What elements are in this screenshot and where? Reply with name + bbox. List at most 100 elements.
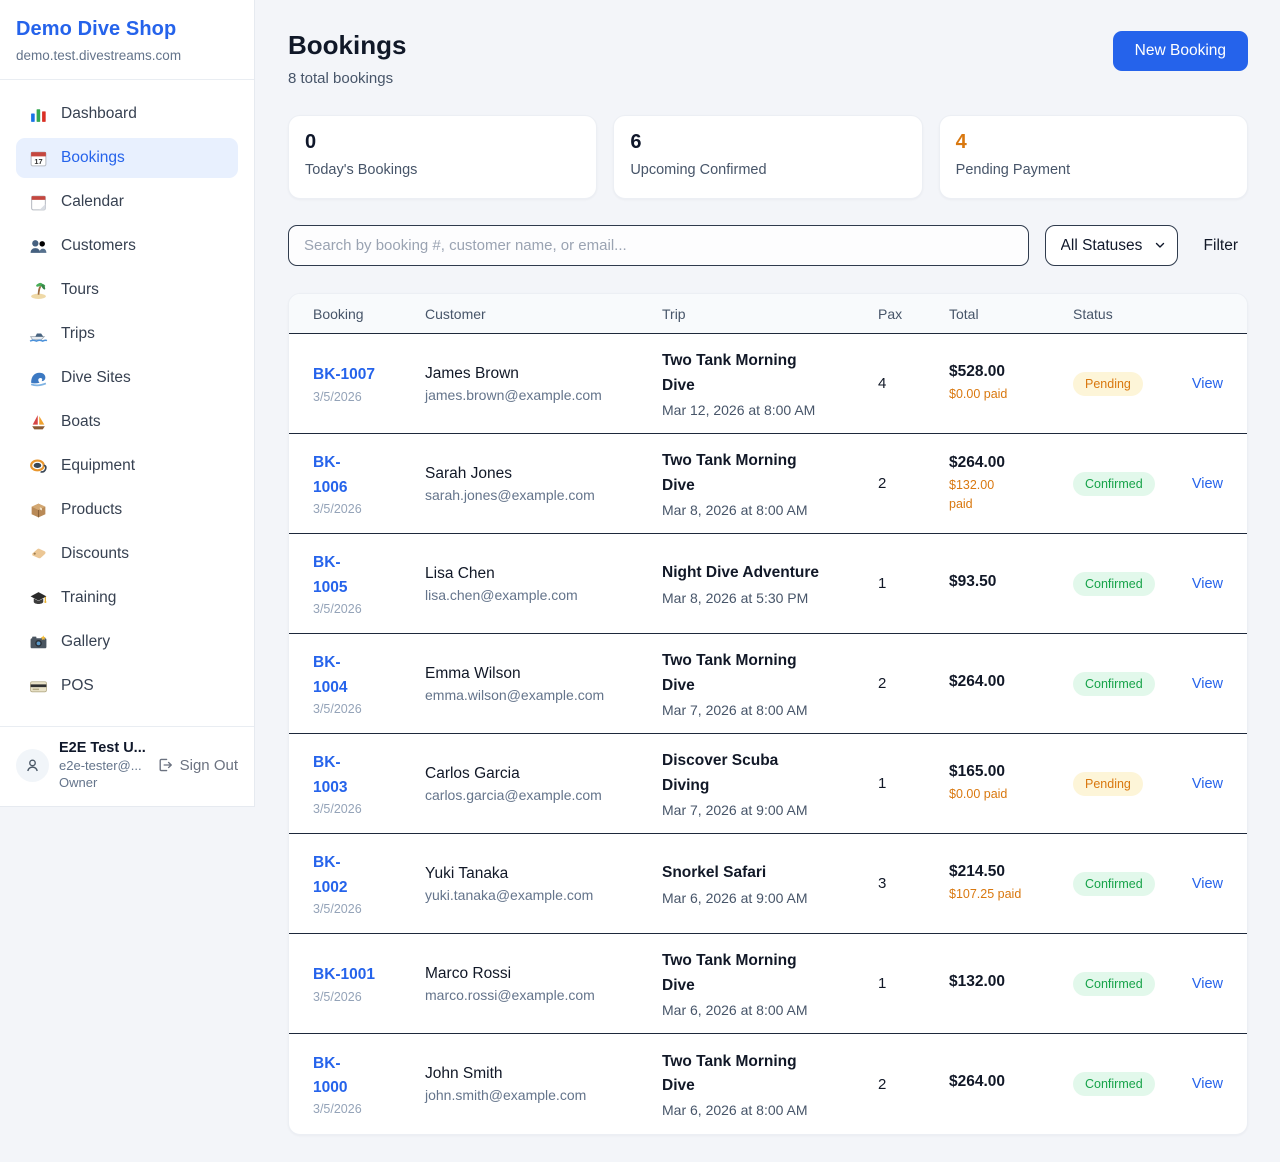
booking-id-link[interactable]: BK- 1003 xyxy=(313,751,425,799)
sidebar-item-label: Products xyxy=(61,501,122,519)
booking-id-link[interactable]: BK- 1004 xyxy=(313,651,425,699)
trip-cell: Two Tank Morning Dive Mar 6, 2026 at 8:0… xyxy=(662,949,878,1017)
trip-name-line: Discover Scuba xyxy=(662,749,878,773)
sidebar-item-products[interactable]: Products xyxy=(16,490,238,530)
actions-cell: View xyxy=(1173,975,1223,993)
sidebar-item-tours[interactable]: Tours xyxy=(16,270,238,310)
booking-date: 3/5/2026 xyxy=(313,502,425,516)
pax-cell: 2 xyxy=(878,1076,949,1093)
sidebar-item-discounts[interactable]: Discounts xyxy=(16,534,238,574)
sidebar-item-dive-sites[interactable]: Dive Sites xyxy=(16,358,238,398)
view-link[interactable]: View xyxy=(1192,476,1223,492)
user-name: E2E Test U... xyxy=(59,740,147,756)
status-cell: Confirmed xyxy=(1073,472,1173,496)
view-link[interactable]: View xyxy=(1192,876,1223,892)
amount-paid-line: $132.00 xyxy=(949,476,1073,495)
filter-button[interactable]: Filter xyxy=(1194,237,1248,255)
stat-value: 0 xyxy=(305,131,580,154)
pax-cell: 1 xyxy=(878,575,949,592)
booking-id-line: BK-1001 xyxy=(313,963,425,987)
new-booking-button[interactable]: New Booking xyxy=(1113,31,1248,71)
column-header-booking: Booking xyxy=(313,306,425,322)
view-link[interactable]: View xyxy=(1192,576,1223,592)
sidebar-item-boats[interactable]: Boats xyxy=(16,402,238,442)
view-link[interactable]: View xyxy=(1192,676,1223,692)
trip-name-line: Two Tank Morning xyxy=(662,1050,878,1074)
status-cell: Confirmed xyxy=(1073,572,1173,596)
booking-id-line: BK- xyxy=(313,751,425,775)
page-header: Bookings 8 total bookings New Booking xyxy=(288,30,1248,87)
trip-cell: Discover Scuba Diving Mar 7, 2026 at 9:0… xyxy=(662,749,878,817)
pax-cell: 3 xyxy=(878,875,949,892)
total-cell: $93.50 xyxy=(949,573,1073,595)
view-link[interactable]: View xyxy=(1192,776,1223,792)
sidebar-item-equipment[interactable]: Equipment xyxy=(16,446,238,486)
booking-id-link[interactable]: BK- 1000 xyxy=(313,1052,425,1100)
column-header-trip: Trip xyxy=(662,306,878,322)
status-badge: Confirmed xyxy=(1073,572,1155,596)
package-icon xyxy=(29,501,48,520)
pax-cell: 1 xyxy=(878,775,949,792)
sign-out-icon xyxy=(157,757,173,773)
booking-id-line: BK- xyxy=(313,1052,425,1076)
sidebar-item-customers[interactable]: Customers xyxy=(16,226,238,266)
booking-id-link[interactable]: BK- 1006 xyxy=(313,451,425,499)
total-amount: $165.00 xyxy=(949,763,1073,781)
user-email: e2e-tester@... xyxy=(59,758,147,773)
booking-id-link[interactable]: BK- 1005 xyxy=(313,551,425,599)
booking-cell: BK- 1003 3/5/2026 xyxy=(313,751,425,815)
booking-id-link[interactable]: BK-1007 xyxy=(313,363,425,387)
customer-email: lisa.chen@example.com xyxy=(425,587,662,603)
status-badge: Pending xyxy=(1073,772,1143,796)
booking-id-link[interactable]: BK- 1002 xyxy=(313,851,425,899)
status-filter-select[interactable]: All Statuses xyxy=(1045,225,1178,266)
view-link[interactable]: View xyxy=(1192,976,1223,992)
table-row: BK- 1004 3/5/2026 Emma Wilson emma.wilso… xyxy=(289,634,1247,734)
sidebar-item-label: Dive Sites xyxy=(61,369,131,387)
total-cell: $528.00 $0.00 paid xyxy=(949,363,1073,404)
total-amount: $528.00 xyxy=(949,363,1073,381)
view-link[interactable]: View xyxy=(1192,1076,1223,1092)
sidebar-item-label: Trips xyxy=(61,325,95,343)
sidebar-item-gallery[interactable]: Gallery xyxy=(16,622,238,662)
booking-cell: BK- 1006 3/5/2026 xyxy=(313,451,425,515)
avatar xyxy=(16,749,49,782)
total-amount: $132.00 xyxy=(949,973,1073,991)
trip-name: Two Tank Morning Dive xyxy=(662,649,878,697)
status-cell: Confirmed xyxy=(1073,872,1173,896)
sidebar-item-calendar[interactable]: Calendar xyxy=(16,182,238,222)
booking-date: 3/5/2026 xyxy=(313,990,425,1004)
customer-email: carlos.garcia@example.com xyxy=(425,787,662,803)
booking-id-link[interactable]: BK-1001 xyxy=(313,963,425,987)
view-link[interactable]: View xyxy=(1192,376,1223,392)
sidebar-item-training[interactable]: Training xyxy=(16,578,238,618)
trip-name: Two Tank Morning Dive xyxy=(662,1050,878,1098)
trip-name: Two Tank Morning Dive xyxy=(662,349,878,397)
customer-email: sarah.jones@example.com xyxy=(425,487,662,503)
customer-cell: Carlos Garcia carlos.garcia@example.com xyxy=(425,765,662,803)
amount-paid: $0.00 paid xyxy=(949,785,1073,804)
stat-value: 6 xyxy=(630,131,905,154)
booking-id-line: BK- xyxy=(313,551,425,575)
sidebar-item-label: POS xyxy=(61,677,94,695)
status-cell: Confirmed xyxy=(1073,1072,1173,1096)
customer-cell: Lisa Chen lisa.chen@example.com xyxy=(425,565,662,603)
customer-name: Sarah Jones xyxy=(425,465,662,483)
sidebar-item-pos[interactable]: POS xyxy=(16,666,238,706)
total-cell: $264.00 $132.00 paid xyxy=(949,454,1073,514)
total-amount: $264.00 xyxy=(949,454,1073,472)
sign-out-button[interactable]: Sign Out xyxy=(157,757,238,774)
booking-id-line: 1000 xyxy=(313,1076,425,1100)
table-header-row: Booking Customer Trip Pax Total Status xyxy=(289,294,1247,334)
trip-cell: Snorkel Safari Mar 6, 2026 at 9:00 AM xyxy=(662,861,878,905)
status-badge: Confirmed xyxy=(1073,672,1155,696)
sidebar-item-dashboard[interactable]: Dashboard xyxy=(16,94,238,134)
sidebar-item-bookings[interactable]: 17 Bookings xyxy=(16,138,238,178)
tear-off-calendar-icon xyxy=(29,193,48,212)
search-input[interactable] xyxy=(288,225,1029,266)
booking-id-line: BK-1007 xyxy=(313,363,425,387)
sidebar-item-trips[interactable]: Trips xyxy=(16,314,238,354)
sidebar-nav: Dashboard 17 Bookings Calendar Customers… xyxy=(0,80,254,720)
total-amount: $264.00 xyxy=(949,1073,1073,1091)
table-body: BK-1007 3/5/2026 James Brown james.brown… xyxy=(289,334,1247,1134)
